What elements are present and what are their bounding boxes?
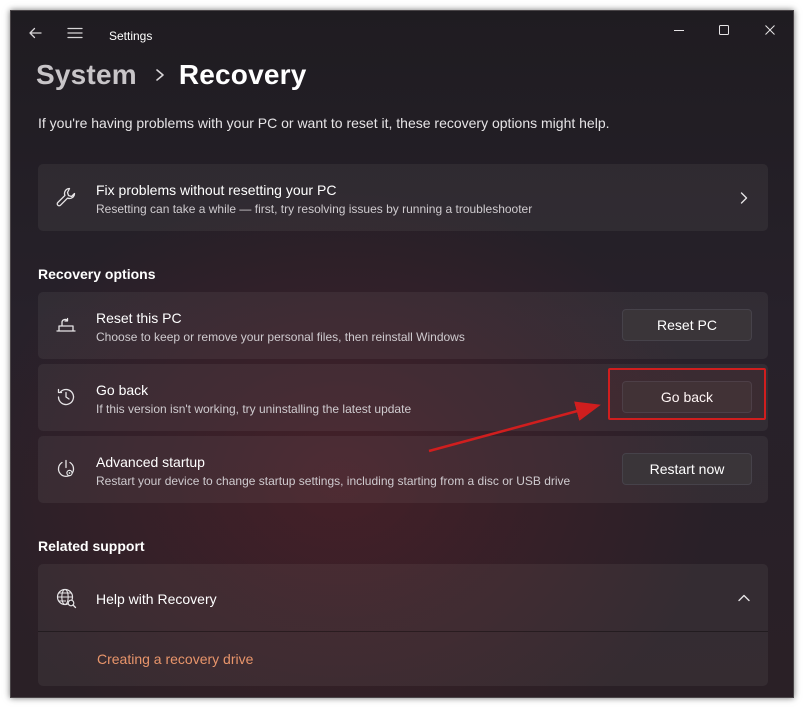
fix-problems-subtitle: Resetting can take a while — first, try … (96, 202, 533, 216)
page-title: Recovery (178, 59, 307, 90)
recovery-options-heading: Recovery options (38, 266, 156, 282)
advanced-startup-subtitle: Restart your device to change startup se… (96, 474, 571, 488)
advanced-startup-title: Advanced startup (96, 454, 205, 470)
hamburger-menu-icon[interactable] (67, 25, 83, 41)
close-button[interactable] (755, 19, 785, 41)
go-back-title: Go back (96, 382, 149, 398)
advanced-startup-card: Advanced startup Restart your device to … (38, 436, 768, 503)
title-bar: Settings (11, 11, 793, 55)
chevron-right-icon (736, 190, 752, 206)
restart-now-button[interactable]: Restart now (622, 453, 752, 485)
go-back-subtitle: If this version isn't working, try unins… (96, 402, 412, 416)
fix-problems-card[interactable]: Fix problems without resetting your PC R… (38, 164, 768, 231)
chevron-up-icon[interactable] (736, 590, 752, 606)
globe-icon (54, 586, 78, 610)
reset-pc-title: Reset this PC (96, 310, 182, 326)
advanced-startup-icon (54, 457, 78, 481)
back-arrow-icon[interactable] (27, 25, 43, 41)
chevron-right-icon (155, 68, 165, 82)
help-with-recovery-expander: Help with Recovery (38, 564, 768, 686)
history-icon (54, 385, 78, 409)
wrench-icon (54, 185, 78, 209)
breadcrumb: System Recovery (36, 59, 307, 91)
reset-pc-button[interactable]: Reset PC (622, 309, 752, 341)
reset-pc-icon (54, 313, 78, 337)
help-with-recovery-title[interactable]: Help with Recovery (96, 591, 217, 607)
page-description: If you're having problems with your PC o… (38, 115, 610, 131)
creating-recovery-drive-link[interactable]: Creating a recovery drive (97, 651, 253, 667)
reset-pc-card: Reset this PC Choose to keep or remove y… (38, 292, 768, 359)
settings-window: Settings System Recovery If you're havin… (10, 10, 794, 698)
breadcrumb-system[interactable]: System (36, 59, 137, 91)
highlight-box (608, 368, 766, 420)
minimize-button[interactable] (664, 19, 694, 41)
related-support-heading: Related support (38, 538, 145, 554)
window-title: Settings (109, 29, 153, 43)
maximize-button[interactable] (709, 19, 739, 41)
reset-pc-subtitle: Choose to keep or remove your personal f… (96, 330, 465, 344)
expander-divider (38, 631, 768, 632)
fix-problems-title: Fix problems without resetting your PC (96, 182, 337, 198)
